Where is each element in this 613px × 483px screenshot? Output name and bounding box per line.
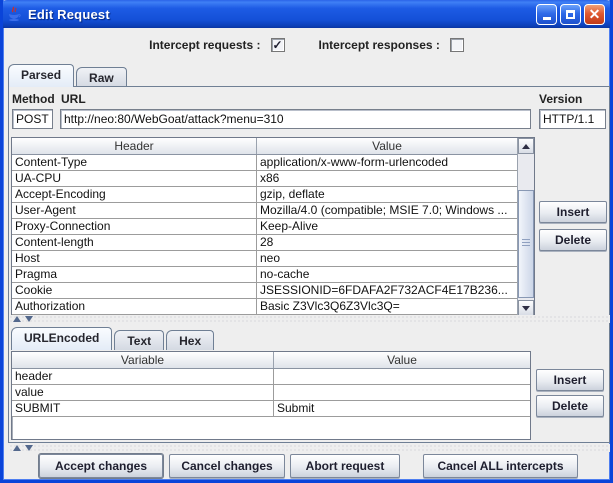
table-cell[interactable]: Content-length [12,235,257,250]
params-delete-button[interactable]: Delete [536,395,604,417]
table-cell[interactable]: Proxy-Connection [12,219,257,234]
tab-text[interactable]: Text [114,330,164,350]
table-row[interactable]: Content-Typeapplication/x-www-form-urlen… [12,155,534,171]
split-divider-top[interactable] [9,315,610,323]
maximize-button[interactable] [560,4,581,25]
scrollbar-thumb[interactable] [518,190,534,298]
headers-table-body: Content-Typeapplication/x-www-form-urlen… [12,155,534,315]
table-row[interactable]: UA-CPUx86 [12,171,534,187]
table-cell[interactable]: application/x-www-form-urlencoded [257,155,517,170]
table-row[interactable]: CookieJSESSIONID=6FDAFA2F732ACF4E17B236.… [12,283,534,299]
table-row[interactable]: AuthorizationBasic Z3Vlc3Q6Z3Vlc3Q= [12,299,534,315]
table-row[interactable]: User-AgentMozilla/4.0 (compatible; MSIE … [12,203,534,219]
table-cell[interactable]: 28 [257,235,517,250]
params-insert-button[interactable]: Insert [536,369,604,391]
collapse-down-icon[interactable] [25,316,33,322]
table-cell[interactable]: Submit [274,401,530,416]
collapse-down-icon[interactable] [25,445,33,451]
intercept-responses-label: Intercept responses : [319,38,440,52]
collapse-up-icon[interactable] [13,445,21,451]
table-cell[interactable]: User-Agent [12,203,257,218]
table-cell[interactable]: SUBMIT [12,401,274,416]
tab-raw[interactable]: Raw [76,67,127,87]
cancel-changes-button[interactable]: Cancel changes [169,454,285,478]
table-row[interactable]: Hostneo [12,251,534,267]
tab-hex[interactable]: Hex [166,330,214,350]
table-cell[interactable]: x86 [257,171,517,186]
close-button[interactable]: ✕ [584,4,605,25]
intercept-requests-label: Intercept requests : [149,38,260,52]
scrollbar-grip-icon [522,239,530,248]
titlebar[interactable]: Edit Request ✕ [0,0,613,28]
intercept-responses-checkbox[interactable] [450,38,464,52]
scroll-up-icon [522,144,530,149]
table-row[interactable]: Accept-Encodinggzip, deflate [12,187,534,203]
scroll-down-icon [522,306,530,311]
table-cell[interactable]: Keep-Alive [257,219,517,234]
params-table: Variable Value headervalueSUBMITSubmit [11,351,531,440]
intercept-requests-checkbox[interactable]: ✓ [271,38,285,52]
scroll-down-button[interactable] [518,300,534,316]
url-field[interactable]: http://neo:80/WebGoat/attack?menu=310 [60,109,531,129]
value-column-header[interactable]: Value [274,352,530,368]
params-table-header-row: Variable Value [12,352,530,369]
maximize-icon [566,10,575,19]
table-row[interactable]: header [12,369,530,385]
minimize-button[interactable] [536,4,557,25]
headers-table-header-row: Header Value [12,138,534,155]
window-title: Edit Request [28,7,110,22]
table-row[interactable]: value [12,385,530,401]
table-cell[interactable]: JSESSIONID=6FDAFA2F732ACF4E17B236... [257,283,517,298]
intercept-options-row: Intercept requests : ✓ Intercept respons… [3,33,610,57]
table-cell[interactable]: gzip, deflate [257,187,517,202]
java-coffee-cup-icon [6,6,22,22]
headers-scrollbar[interactable] [517,138,534,316]
split-divider-bottom[interactable] [9,444,610,452]
params-table-body: headervalueSUBMITSubmit [12,369,530,417]
table-row[interactable]: Proxy-ConnectionKeep-Alive [12,219,534,235]
table-row[interactable]: Pragmano-cache [12,267,534,283]
table-cell[interactable]: value [12,385,274,400]
table-cell[interactable]: Authorization [12,299,257,314]
table-cell[interactable]: Basic Z3Vlc3Q6Z3Vlc3Q= [257,299,517,314]
variable-column-header[interactable]: Variable [12,352,274,368]
table-row[interactable]: Content-length28 [12,235,534,251]
headers-delete-button[interactable]: Delete [539,229,607,251]
table-cell[interactable]: Pragma [12,267,257,282]
table-cell[interactable]: Content-Type [12,155,257,170]
tab-urlencoded[interactable]: URLEncoded [11,327,112,350]
collapse-up-icon[interactable] [13,316,21,322]
method-label: Method [12,92,55,106]
accept-changes-button[interactable]: Accept changes [39,454,163,478]
headers-insert-button[interactable]: Insert [539,201,607,223]
tab-parsed[interactable]: Parsed [8,64,74,87]
value-column-header[interactable]: Value [257,138,517,154]
minimize-icon [543,17,551,20]
method-field[interactable]: POST [12,109,53,129]
table-row[interactable]: SUBMITSubmit [12,401,530,417]
table-cell[interactable]: no-cache [257,267,517,282]
version-label: Version [539,92,582,106]
table-cell[interactable]: UA-CPU [12,171,257,186]
url-label: URL [61,92,86,106]
table-cell[interactable]: Mozilla/4.0 (compatible; MSIE 7.0; Windo… [257,203,517,218]
table-cell[interactable]: Accept-Encoding [12,187,257,202]
header-column-header[interactable]: Header [12,138,257,154]
table-cell[interactable]: Cookie [12,283,257,298]
close-icon: ✕ [589,7,601,21]
cancel-all-intercepts-button[interactable]: Cancel ALL intercepts [423,454,578,478]
scroll-up-button[interactable] [518,138,534,154]
table-cell[interactable]: neo [257,251,517,266]
table-cell[interactable] [274,369,530,384]
table-cell[interactable] [274,385,530,400]
version-field[interactable]: HTTP/1.1 [539,109,606,129]
table-cell[interactable]: Host [12,251,257,266]
headers-table: Header Value Content-Typeapplication/x-w… [11,137,535,317]
table-cell[interactable]: header [12,369,274,384]
edit-request-window: Edit Request ✕ Intercept requests : ✓ In… [0,0,613,483]
abort-request-button[interactable]: Abort request [290,454,400,478]
